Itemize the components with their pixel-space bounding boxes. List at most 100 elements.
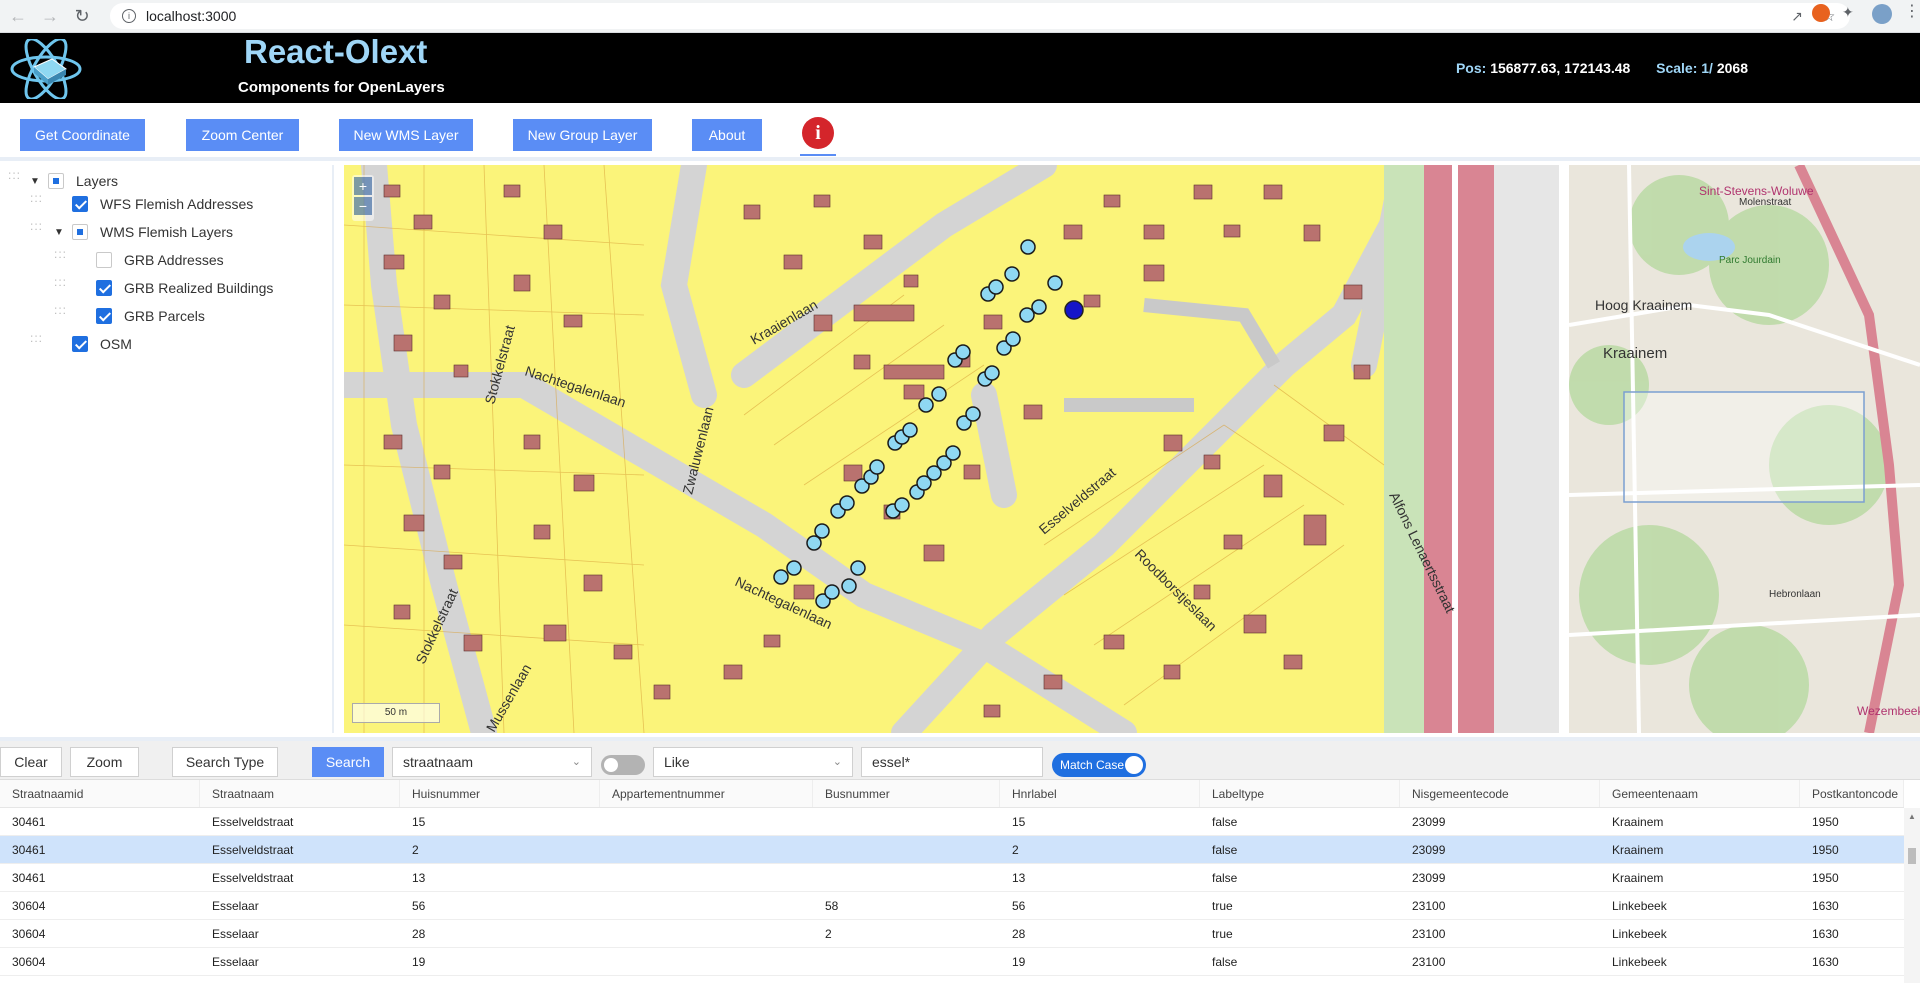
share-icon[interactable]: ↗ <box>1788 7 1806 25</box>
selected-address-point[interactable] <box>1064 300 1084 320</box>
scrollbar-thumb[interactable] <box>1908 848 1916 864</box>
grb-addresses-checkbox[interactable] <box>96 252 112 268</box>
wms-layers-checkbox[interactable] <box>72 224 88 240</box>
column-header[interactable]: Straatnaam <box>200 780 400 807</box>
tree-node-label: OSM <box>100 336 132 352</box>
search-button[interactable]: Search <box>312 747 384 777</box>
table-row[interactable]: 30461 Esselveldstraat 13 13 false 23099 Kraain… <box>0 864 1904 892</box>
column-header[interactable]: Appartementnummer <box>600 780 813 807</box>
get-coordinate-button[interactable]: Get Coordinate <box>20 119 145 151</box>
table-cell: 23099 <box>1412 871 1446 885</box>
drag-handle-icon[interactable]: ::: <box>30 192 42 209</box>
tree-node-wms-flemish-layers[interactable]: ▼ WMS Flemish Layers <box>54 220 233 244</box>
drag-handle-icon[interactable]: ::: <box>54 276 66 293</box>
operator-select-value: Like <box>664 754 690 770</box>
tree-node-grb-addresses[interactable]: GRB Addresses <box>96 248 224 272</box>
search-type-button[interactable]: Search Type <box>172 747 278 777</box>
toggle-switch[interactable] <box>601 755 645 775</box>
table-cell: 19 <box>1012 955 1026 969</box>
overview-label: Sint-Stevens-Woluwe <box>1699 184 1814 198</box>
drag-handle-icon[interactable]: ::: <box>30 332 42 349</box>
address-bar[interactable]: i localhost:3000 ↗ ☆ <box>110 3 1850 29</box>
search-bar: Clear Zoom Search Type Search straatnaam… <box>0 737 1920 779</box>
table-row[interactable]: 30461 Esselveldstraat 2 2 false 23099 Kraainem… <box>0 836 1904 864</box>
table-row[interactable]: 30604 Esselaar 56 58 56 true 23100 Linkebeek 163… <box>0 892 1904 920</box>
forward-icon[interactable]: → <box>36 2 64 30</box>
grb-buildings-checkbox[interactable] <box>96 280 112 296</box>
column-header[interactable]: Straatnaamid <box>0 780 200 807</box>
table-cell: 2 <box>825 927 832 941</box>
table-cell: false <box>1212 843 1238 857</box>
scroll-up-icon[interactable]: ▲ <box>1908 812 1916 821</box>
tree-node-grb-realized-buildings[interactable]: GRB Realized Buildings <box>96 276 273 300</box>
profile-avatar[interactable] <box>1872 4 1892 24</box>
table-row[interactable]: 30461 Esselveldstraat 15 15 false 23099 Kraain… <box>0 808 1904 836</box>
back-icon[interactable]: ← <box>4 2 32 30</box>
new-group-layer-button[interactable]: New Group Layer <box>513 119 652 151</box>
scale-value: 2068 <box>1716 60 1748 76</box>
osm-checkbox[interactable] <box>72 336 88 352</box>
table-cell <box>813 864 1000 891</box>
table-cell: 13 <box>1012 871 1026 885</box>
table-cell: Esselveldstraat <box>212 843 294 857</box>
operator-select[interactable]: Like ⌄ <box>653 747 853 777</box>
table-cell <box>813 948 1000 975</box>
reload-icon[interactable]: ↻ <box>68 2 96 30</box>
field-select[interactable]: straatnaam ⌄ <box>392 747 592 777</box>
info-icon[interactable]: i <box>802 117 834 149</box>
column-header[interactable]: Busnummer <box>813 780 1000 807</box>
overview-extent-box[interactable] <box>1623 391 1865 503</box>
extensions-puzzle-icon[interactable]: ✦ <box>1842 4 1860 22</box>
zoom-button[interactable]: Zoom <box>70 747 139 777</box>
map-canvas: Stokkelstraat Nachtegalenlaan Zwaluwenla… <box>344 165 1559 733</box>
tree-node-layers[interactable]: ▼ Layers <box>30 169 118 193</box>
clear-button[interactable]: Clear <box>0 747 62 777</box>
grb-parcels-checkbox[interactable] <box>96 308 112 324</box>
overview-map[interactable]: Sint-Stevens-Woluwe Hoog Kraainem Kraain… <box>1569 165 1920 733</box>
table-cell: 30604 <box>12 955 46 969</box>
overview-label: Wezembeek <box>1857 704 1920 718</box>
overview-label: Kraainem <box>1603 345 1667 362</box>
table-cell <box>600 948 813 975</box>
column-header[interactable]: Postkantoncode <box>1800 780 1904 807</box>
main-map[interactable]: Stokkelstraat Nachtegalenlaan Zwaluwenla… <box>344 165 1559 733</box>
chevron-down-icon: ⌄ <box>832 756 842 768</box>
drag-handle-icon[interactable]: ::: <box>54 248 66 265</box>
table-cell: 56 <box>412 899 426 913</box>
tree-node-wfs-flemish-addresses[interactable]: WFS Flemish Addresses <box>72 192 253 216</box>
table-row[interactable]: 30604 Esselaar 19 19 false 23100 Linkebeek 1630 <box>0 948 1904 976</box>
wfs-addresses-checkbox[interactable] <box>72 196 88 212</box>
table-cell: Esselveldstraat <box>212 815 294 829</box>
caret-down-icon[interactable]: ▼ <box>30 176 40 187</box>
tree-node-osm[interactable]: OSM <box>72 332 132 356</box>
column-header[interactable]: Huisnummer <box>400 780 600 807</box>
table-cell: Kraainem <box>1612 843 1664 857</box>
table-cell: Linkebeek <box>1612 927 1667 941</box>
table-scrollbar[interactable]: ▲ <box>1904 808 1920 983</box>
new-wms-layer-button[interactable]: New WMS Layer <box>339 119 473 151</box>
layers-checkbox[interactable] <box>48 173 64 189</box>
about-button[interactable]: About <box>692 119 762 151</box>
menu-kebab-icon[interactable]: ⋮ <box>1904 4 1920 22</box>
overview-label: Molenstraat <box>1739 197 1791 208</box>
column-header[interactable]: Gemeentenaam <box>1600 780 1800 807</box>
caret-down-icon[interactable]: ▼ <box>54 227 64 238</box>
column-header[interactable]: Nisgemeentecode <box>1400 780 1600 807</box>
table-row[interactable]: 30604 Esselaar 28 2 28 true 23100 Linkebeek 1630 <box>0 920 1904 948</box>
zoom-center-button[interactable]: Zoom Center <box>186 119 299 151</box>
drag-handle-icon[interactable]: ::: <box>54 304 66 321</box>
drag-handle-icon[interactable]: ::: <box>30 220 42 237</box>
column-header[interactable]: Labeltype <box>1200 780 1400 807</box>
site-info-icon[interactable]: i <box>122 9 136 23</box>
brave-extension-icon[interactable] <box>1812 4 1830 22</box>
zoom-in-button[interactable]: + <box>354 177 372 195</box>
field-select-value: straatnaam <box>403 754 474 770</box>
column-header[interactable]: Hnrlabel <box>1000 780 1200 807</box>
table-cell: 30461 <box>12 815 46 829</box>
zoom-out-button[interactable]: − <box>354 197 372 215</box>
search-value-input[interactable]: essel* <box>861 747 1043 777</box>
drag-handle-icon[interactable]: ::: <box>8 169 20 186</box>
match-case-toggle[interactable]: Match Case <box>1052 753 1146 777</box>
tree-node-grb-parcels[interactable]: GRB Parcels <box>96 304 205 328</box>
table-cell: Linkebeek <box>1612 899 1667 913</box>
